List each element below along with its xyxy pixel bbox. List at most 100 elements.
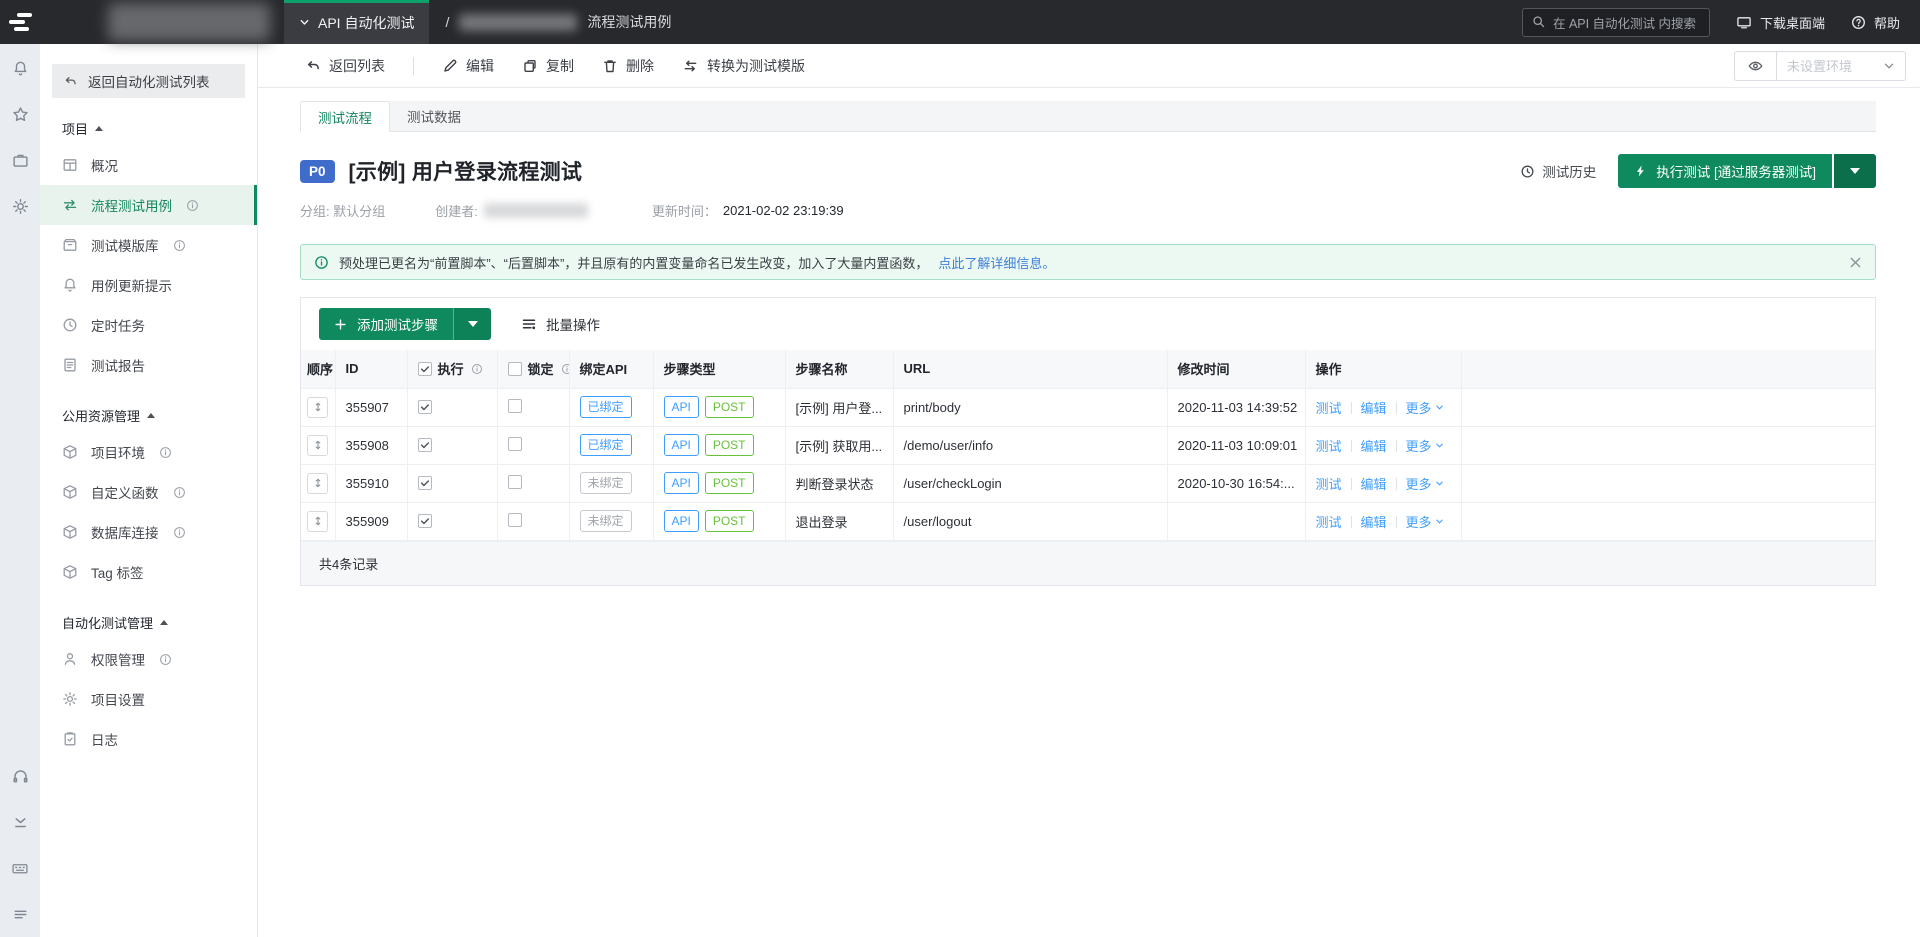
support-headphones-icon[interactable] (12, 768, 29, 785)
chevron-down-icon (1435, 405, 1443, 409)
step-modified-time: 2020-11-03 10:09:01 (1166, 425, 1306, 465)
col-modified-time: 修改时间 (1166, 350, 1306, 389)
more-link[interactable]: 更多 (1406, 512, 1444, 531)
method-badge: POST (704, 510, 754, 532)
trash-icon (602, 58, 618, 74)
drag-handle[interactable] (307, 396, 328, 418)
sidebar-item-permissions[interactable]: 权限管理 (40, 639, 257, 679)
edit-link[interactable]: 编辑 (1361, 439, 1387, 454)
sidebar-item-custom-functions[interactable]: 自定义函数 (40, 472, 257, 512)
back-to-list-button[interactable]: 返回列表 (305, 56, 385, 76)
list-dot-icon (521, 316, 537, 332)
edit-link[interactable]: 编辑 (1361, 515, 1387, 530)
workspace-name-redacted[interactable] (108, 3, 270, 41)
tab-test-flow[interactable]: 测试流程 (300, 101, 390, 132)
back-to-automation-list[interactable]: 返回自动化测试列表 (52, 64, 245, 98)
add-step-dropdown-button[interactable] (453, 308, 491, 340)
col-id: ID (334, 350, 408, 389)
exec-checkbox[interactable] (417, 399, 432, 414)
batch-operations-button[interactable]: 批量操作 (521, 314, 600, 334)
more-link[interactable]: 更多 (1406, 398, 1444, 417)
download-desktop-button[interactable]: 下载桌面端 (1736, 13, 1825, 32)
help-button[interactable]: 帮助 (1851, 13, 1900, 32)
lock-all-checkbox[interactable] (507, 361, 522, 376)
col-url: URL (892, 350, 1168, 389)
eye-icon (1747, 58, 1764, 74)
more-link[interactable]: 更多 (1406, 474, 1444, 493)
step-url: /demo/user/info (892, 425, 1168, 465)
lock-checkbox[interactable] (507, 436, 522, 451)
module-menu-label: API 自动化测试 (318, 14, 415, 31)
alert-detail-link[interactable]: 点此了解详细信息。 (938, 253, 1055, 272)
add-step-button[interactable]: 添加测试步骤 (319, 308, 453, 340)
lock-checkbox[interactable] (507, 512, 522, 527)
breadcrumb-project-redacted[interactable] (459, 13, 578, 31)
section-title-project[interactable]: 项目 (40, 110, 257, 145)
step-url: print/body (892, 387, 1168, 427)
sidebar-item-overview[interactable]: 概况 (40, 145, 257, 185)
settings-gear-icon[interactable] (12, 198, 29, 215)
person-icon (62, 651, 78, 667)
test-link[interactable]: 测试 (1316, 515, 1342, 530)
sidebar-item-scheduled-tasks[interactable]: 定时任务 (40, 305, 257, 345)
undo-arrow-icon (305, 58, 321, 74)
run-test-button[interactable]: 执行测试 [通过服务器测试] (1618, 154, 1832, 188)
drag-handle[interactable] (307, 472, 328, 494)
delete-button[interactable]: 删除 (602, 56, 654, 76)
workspace-briefcase-icon[interactable] (12, 152, 29, 169)
edit-button[interactable]: 编辑 (442, 56, 494, 76)
more-link[interactable]: 更多 (1406, 436, 1444, 455)
run-test-dropdown-button[interactable] (1834, 154, 1876, 188)
top-bar: API 自动化测试 / 流程测试用例 在 API 自动化测试 内搜索 下载桌面端… (0, 0, 1920, 44)
test-link[interactable]: 测试 (1316, 401, 1342, 416)
notifications-bell-icon[interactable] (12, 60, 29, 77)
step-type-badge: API (663, 472, 699, 494)
copy-icon (522, 58, 538, 74)
environment-preview-button[interactable] (1735, 51, 1777, 80)
environment-select[interactable]: 未设置环境 (1777, 52, 1905, 80)
drag-handle[interactable] (307, 434, 328, 456)
col-exec: 执行 (406, 350, 498, 389)
chevron-down-icon (299, 17, 310, 28)
edit-link[interactable]: 编辑 (1361, 401, 1387, 416)
collapse-download-icon[interactable] (12, 814, 29, 831)
favorites-star-icon[interactable] (12, 106, 29, 123)
sidebar-item-project-environment[interactable]: 项目环境 (40, 432, 257, 472)
test-history-button[interactable]: 测试历史 (1520, 161, 1596, 181)
test-link[interactable]: 测试 (1316, 439, 1342, 454)
sidebar-item-logs[interactable]: 日志 (40, 719, 257, 759)
exec-checkbox[interactable] (417, 513, 432, 528)
app-logo[interactable] (0, 0, 44, 44)
close-icon[interactable] (1849, 256, 1862, 269)
exec-all-checkbox[interactable] (417, 361, 432, 376)
exec-checkbox[interactable] (417, 437, 432, 452)
lock-checkbox[interactable] (507, 474, 522, 489)
caret-up-icon (160, 620, 169, 625)
sidebar-item-tags[interactable]: Tag 标签 (40, 552, 257, 592)
test-link[interactable]: 测试 (1316, 477, 1342, 492)
chevron-down-icon (1435, 481, 1443, 485)
sidebar-item-template-library[interactable]: 测试模版库 (40, 225, 257, 265)
section-title-automation-management[interactable]: 自动化测试管理 (40, 604, 257, 639)
sidebar-item-project-settings[interactable]: 项目设置 (40, 679, 257, 719)
sidebar-item-test-reports[interactable]: 测试报告 (40, 345, 257, 385)
section-title-shared-resources[interactable]: 公用资源管理 (40, 397, 257, 432)
keyboard-icon[interactable] (11, 860, 29, 877)
menu-lines-icon[interactable] (12, 906, 29, 923)
global-search-input[interactable]: 在 API 自动化测试 内搜索 (1521, 7, 1710, 37)
sidebar-item-flow-test-cases[interactable]: 流程测试用例 (40, 185, 257, 225)
table-row: 355908 已绑定 API POST [示例] 获取用... /demo/use… (301, 425, 1875, 465)
step-name: [示例] 用户登... (784, 387, 894, 427)
module-menu-api-automation[interactable]: API 自动化测试 (284, 0, 430, 44)
lock-checkbox[interactable] (507, 398, 522, 413)
drag-handle[interactable] (307, 510, 328, 532)
sidebar-item-case-update-notice[interactable]: 用例更新提示 (40, 265, 257, 305)
convert-to-template-button[interactable]: 转换为测试模版 (682, 56, 805, 76)
transfer-arrows-icon (682, 58, 699, 74)
breadcrumb-separator: / (445, 14, 450, 30)
exec-checkbox[interactable] (417, 475, 432, 490)
edit-link[interactable]: 编辑 (1361, 477, 1387, 492)
copy-button[interactable]: 复制 (522, 56, 574, 76)
sidebar-item-database-connections[interactable]: 数据库连接 (40, 512, 257, 552)
tab-test-data[interactable]: 测试数据 (390, 101, 478, 131)
